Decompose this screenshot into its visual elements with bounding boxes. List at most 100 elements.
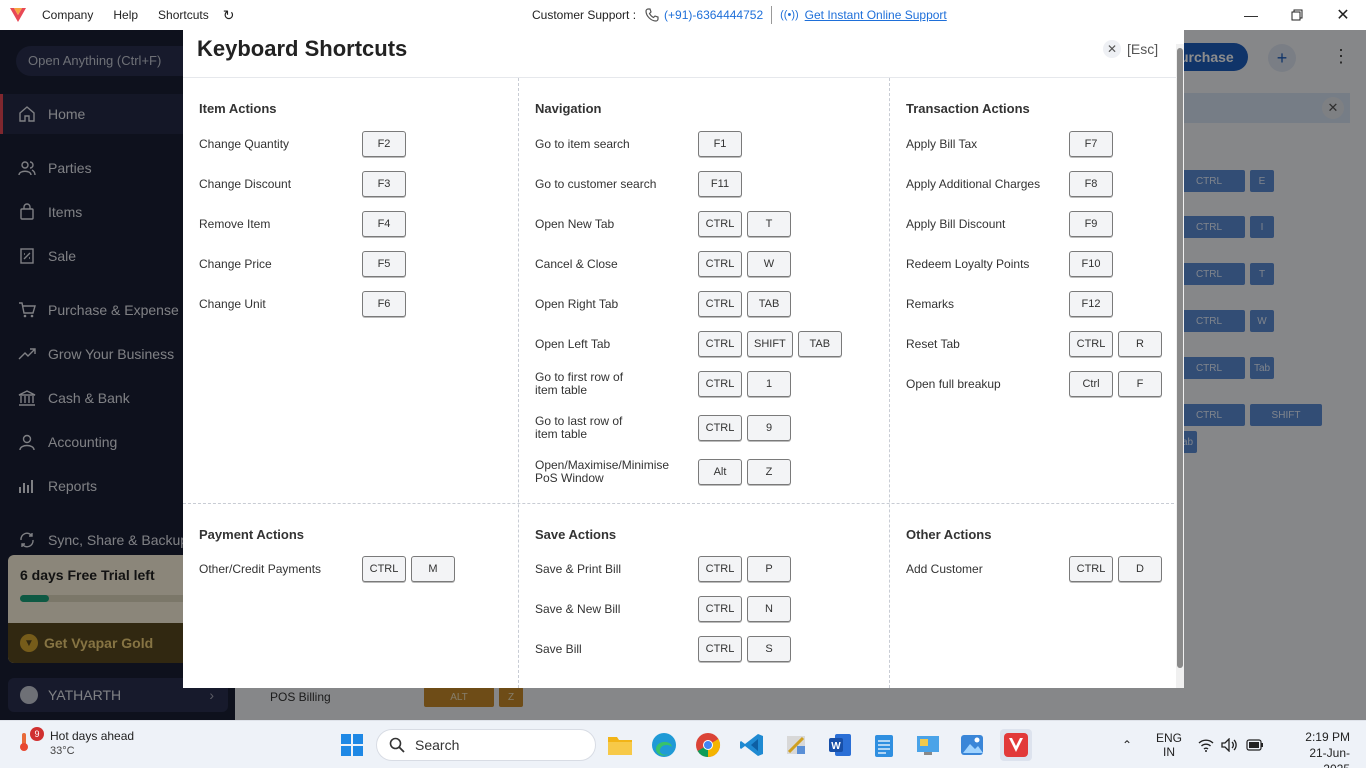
shortcut-row: Apply Additional Charges F8: [906, 171, 1166, 197]
modal-close-button[interactable]: ✕ [Esc]: [1103, 40, 1158, 58]
shortcut-row: Go to first row of item table CTRL 1: [535, 371, 875, 397]
tools-app-icon[interactable]: [780, 729, 812, 761]
key-cap: SHIFT: [747, 331, 793, 357]
shortcut-label: Open Left Tab: [535, 336, 611, 351]
close-icon: ✕: [1103, 40, 1121, 58]
shortcut-label: Other/Credit Payments: [199, 561, 322, 576]
windows-taskbar: 9 Hot days ahead 33°C Search W ⌃ ENG IN …: [0, 720, 1366, 768]
shortcut-label: Save & Print Bill: [535, 561, 622, 576]
volume-icon[interactable]: [1221, 721, 1239, 768]
shortcut-label: Apply Bill Discount: [906, 216, 1006, 231]
key-cap: S: [747, 636, 791, 662]
key-cap: F11: [698, 171, 742, 197]
shortcut-label: Open/Maximise/Minimise PoS Window: [535, 458, 670, 485]
key-cap: 9: [747, 415, 791, 441]
key-cap: CTRL: [698, 371, 742, 397]
language-indicator[interactable]: ENG IN: [1156, 721, 1182, 768]
shortcut-label: Reset Tab: [906, 336, 960, 351]
shortcut-row: Reset Tab CTRL R: [906, 331, 1166, 357]
menu-help[interactable]: Help: [113, 8, 138, 22]
vyapar-logo-icon: [10, 8, 26, 22]
shortcut-label: Go to first row of item table: [535, 370, 624, 397]
key-cap: CTRL: [362, 556, 406, 582]
minimize-button[interactable]: —: [1228, 0, 1274, 30]
restore-icon: [1291, 9, 1303, 21]
section-title-item-actions: Item Actions: [199, 101, 277, 116]
row-divider: [183, 503, 1184, 504]
file-explorer-icon[interactable]: [604, 729, 636, 761]
shortcut-label: Remove Item: [199, 216, 271, 231]
notepad-icon[interactable]: [868, 729, 900, 761]
key-cap: TAB: [797, 331, 842, 357]
battery-icon[interactable]: [1246, 721, 1264, 768]
shortcut-label: Open Right Tab: [535, 296, 619, 311]
key-cap: F8: [1069, 171, 1113, 197]
control-panel-icon[interactable]: [912, 729, 944, 761]
key-cap: CTRL: [698, 331, 742, 357]
clock-date: 21-Jun-2025: [1309, 746, 1350, 768]
shortcut-row: Change Price F5: [199, 251, 499, 277]
shortcut-row: Add Customer CTRL D: [906, 556, 1166, 582]
key-cap: CTRL: [698, 556, 742, 582]
shortcut-row: Other/Credit Payments CTRL M: [199, 556, 499, 582]
weather-widget[interactable]: 9 Hot days ahead 33°C: [18, 727, 134, 759]
key-cap: F12: [1069, 291, 1113, 317]
title-bar: Company Help Shortcuts ↻ Customer Suppor…: [0, 0, 1366, 30]
key-cap: W: [747, 251, 791, 277]
scrollbar-thumb[interactable]: [1177, 48, 1183, 668]
shortcut-row: Change Quantity F2: [199, 131, 499, 157]
modal-title: Keyboard Shortcuts: [197, 36, 408, 61]
menu-company[interactable]: Company: [42, 8, 93, 22]
shortcut-label: Remarks: [906, 296, 955, 311]
word-icon[interactable]: W: [824, 729, 856, 761]
shortcut-row: Remarks F12: [906, 291, 1166, 317]
key-cap: F2: [362, 131, 406, 157]
menu-shortcuts[interactable]: Shortcuts: [158, 8, 209, 22]
show-hidden-icons-chevron[interactable]: ⌃: [1122, 721, 1132, 768]
edge-browser-icon[interactable]: [648, 729, 680, 761]
shortcut-row: Save & New Bill CTRL N: [535, 596, 875, 622]
shortcut-row: Apply Bill Tax F7: [906, 131, 1166, 157]
column-divider: [518, 78, 519, 688]
shortcut-label: Redeem Loyalty Points: [906, 256, 1030, 271]
taskbar-search[interactable]: Search: [376, 729, 596, 761]
maximize-button[interactable]: [1274, 0, 1320, 30]
vscode-icon[interactable]: [736, 729, 768, 761]
vyapar-app-icon[interactable]: [1000, 729, 1032, 761]
shortcut-row: Change Unit F6: [199, 291, 499, 317]
key-cap: P: [747, 556, 791, 582]
shortcut-label: Add Customer: [906, 561, 983, 576]
key-cap: CTRL: [698, 251, 742, 277]
photos-app-icon[interactable]: [956, 729, 988, 761]
key-cap: CTRL: [698, 636, 742, 662]
key-cap: M: [411, 556, 455, 582]
online-support-link[interactable]: Get Instant Online Support: [805, 8, 947, 22]
chrome-browser-icon[interactable]: [692, 729, 724, 761]
broadcast-icon: ((•)): [780, 9, 799, 21]
shortcut-row: Save & Print Bill CTRL P: [535, 556, 875, 582]
key-cap: CTRL: [698, 415, 742, 441]
shortcut-label: Go to item search: [535, 136, 630, 151]
key-cap: F9: [1069, 211, 1113, 237]
shortcut-label: Change Quantity: [199, 136, 290, 151]
wifi-icon[interactable]: [1198, 721, 1214, 768]
weather-badge: 9: [30, 727, 44, 741]
shortcut-row: Open/Maximise/Minimise PoS Window Alt Z: [535, 459, 875, 485]
support-phone-link[interactable]: (+91)-6364444752: [644, 7, 763, 23]
key-cap: Ctrl: [1069, 371, 1113, 397]
key-cap: R: [1118, 331, 1162, 357]
windows-start-icon[interactable]: [336, 729, 368, 761]
shortcut-label: Change Discount: [199, 176, 292, 191]
shortcut-row: Open full breakup Ctrl F: [906, 371, 1166, 397]
column-divider: [889, 78, 890, 688]
refresh-icon[interactable]: ↻: [223, 7, 235, 24]
shortcut-row: Go to customer search F11: [535, 171, 875, 197]
system-clock[interactable]: 2:19 PM 21-Jun-2025: [1290, 729, 1350, 768]
key-cap: F6: [362, 291, 406, 317]
shortcut-row: Save Bill CTRL S: [535, 636, 875, 662]
lang-top: ENG: [1156, 731, 1183, 745]
close-window-button[interactable]: ✕: [1320, 0, 1366, 30]
svg-text:W: W: [831, 741, 841, 752]
key-cap: CTRL: [698, 211, 742, 237]
shortcut-row: Remove Item F4: [199, 211, 499, 237]
